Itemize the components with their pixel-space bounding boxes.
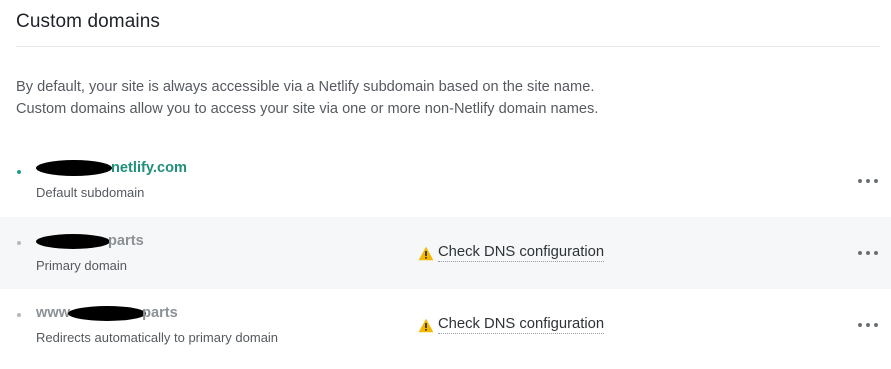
warning-icon [418,246,434,260]
more-options-icon[interactable] [858,248,878,258]
domain-name: www parts [36,305,178,321]
domain-row-primary: parts Primary domain Check DNS configura… [0,217,891,289]
domain-subtitle: Primary domain [36,258,128,273]
domain-suffix: parts [142,305,178,321]
bullet-icon [17,313,21,317]
domain-suffix: parts [108,233,144,249]
section-divider [16,46,880,47]
domain-subtitle: Default subdomain [36,185,145,200]
dns-warning[interactable]: Check DNS configuration [418,316,605,334]
domain-suffix: netlify.com [111,160,187,176]
domain-row-redirect: www parts Redirects automatically to prim… [0,289,891,361]
warning-icon [418,318,434,332]
section-title: Custom domains [16,11,160,32]
domain-name: parts [36,233,144,249]
domain-name-link[interactable]: netlify.com [36,160,187,177]
description-line-2: Custom domains allow you to access your … [16,101,599,117]
section-description: By default, your site is always accessib… [16,76,598,120]
check-dns-link[interactable]: Check DNS configuration [438,316,605,334]
more-options-icon[interactable] [858,176,878,186]
dns-warning[interactable]: Check DNS configuration [418,244,605,262]
bullet-icon [17,241,21,245]
domain-row-default: netlify.com Default subdomain [0,145,891,217]
redacted-text [68,305,147,321]
bullet-icon [17,170,21,174]
redacted-text [36,233,110,249]
redacted-text [36,160,112,177]
more-options-icon[interactable] [858,320,878,330]
domain-subtitle: Redirects automatically to primary domai… [36,330,279,345]
description-line-1: By default, your site is always accessib… [16,79,595,95]
check-dns-link[interactable]: Check DNS configuration [438,244,605,262]
domain-prefix: www [36,305,71,321]
